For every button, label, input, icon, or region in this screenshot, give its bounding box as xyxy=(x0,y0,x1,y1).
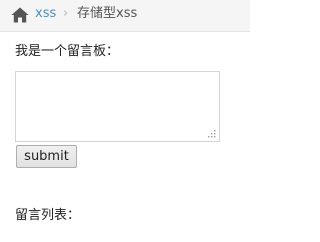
resize-grip-icon[interactable] xyxy=(206,128,216,138)
home-icon[interactable] xyxy=(11,7,29,23)
breadcrumb-current-page: 存储型xss xyxy=(77,6,138,21)
message-list-label: 留言列表： xyxy=(15,208,81,223)
message-board-label: 我是一个留言板： xyxy=(15,44,120,59)
breadcrumb-separator: › xyxy=(63,6,69,21)
breadcrumb-link-xss[interactable]: xss xyxy=(35,6,56,22)
breadcrumb: xss › 存储型xss xyxy=(0,0,250,32)
message-input[interactable] xyxy=(15,71,220,142)
submit-button[interactable]: submit xyxy=(16,145,77,168)
